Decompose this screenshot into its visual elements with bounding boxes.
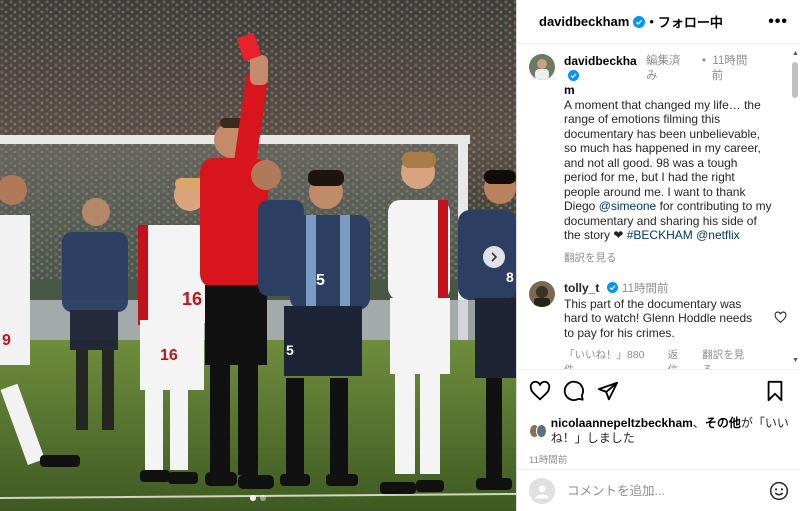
comments-scrollbar[interactable]: ▲ ▼ [790,48,800,366]
shorts-number: 16 [160,347,178,364]
verified-badge-icon [633,15,646,28]
caption-username[interactable]: davidbeckha m [564,54,646,98]
caption: davidbeckha m 編集済 み • 11時間 前 A moment th… [529,54,787,265]
carousel-dot [250,495,256,501]
post-timestamp[interactable]: 11時間前 [529,452,789,466]
avatar[interactable] [535,424,547,438]
chevron-right-icon [491,252,498,262]
like-heart-icon[interactable] [529,380,553,404]
post-side-panel: davidbeckham • フォロー中 ••• davidbeckha m 編… [516,0,800,511]
comment-bubble-icon[interactable] [563,380,587,404]
see-translation-link[interactable]: 翻訳を見る [564,251,774,266]
liked-by-username[interactable]: nicolaannepeltzbeckham [551,416,693,430]
caption-meta: 編集済 み [646,55,681,82]
liked-by-others-link[interactable]: その他 [705,416,741,430]
header-separator: • [649,14,654,29]
jersey-number: 16 [182,289,202,309]
post-photo[interactable]: 9 16 16 5 5 8 [0,0,516,511]
shorts-number: 5 [286,342,294,358]
comment-input[interactable] [567,483,769,498]
add-comment-bar [517,469,800,511]
post-actions: nicolaannepeltzbeckham、その他が「いいね！」しました 11… [517,369,800,469]
comments-list[interactable]: davidbeckha m 編集済 み • 11時間 前 A moment th… [517,44,800,369]
carousel-indicator [0,495,516,501]
mention-link[interactable]: @netflix [696,228,740,242]
jersey-number: 8 [506,269,514,285]
avatar[interactable] [529,281,555,307]
scroll-up-arrow-icon[interactable]: ▲ [792,50,799,57]
post-header: davidbeckham • フォロー中 ••• [517,0,800,44]
verified-badge-icon [606,282,619,294]
carousel-next-button[interactable] [483,246,505,268]
jersey-number: 5 [316,272,325,289]
caption-time: • 11時間 前 [702,55,748,82]
hashtag-link[interactable]: #BECKHAM [627,228,693,242]
share-paper-plane-icon[interactable] [597,380,621,404]
author-username[interactable]: davidbeckham [539,14,629,29]
bookmark-icon[interactable] [765,380,789,404]
current-user-avatar [529,477,555,504]
more-options-icon[interactable]: ••• [768,13,788,31]
verified-badge-icon [568,69,580,82]
comment-item: tolly_t 11時間前 This part of the documenta… [529,281,787,369]
comment-like-icon[interactable] [774,311,787,329]
match-photo: 9 16 16 5 5 8 [0,0,516,511]
comment-text: This part of the documentary was hard to… [564,296,753,340]
carousel-dot [260,495,266,501]
reply-button[interactable]: 返信 [668,348,689,369]
avatar[interactable] [529,54,555,80]
mention-link[interactable]: @simeone [599,199,657,213]
caption-text: A moment that changed my life… the range… [564,97,772,243]
edited-label: 編集済 [646,55,681,67]
emoji-icon[interactable] [769,481,789,501]
comment-time: 11時間前 [622,283,669,295]
following-button[interactable]: フォロー中 [658,12,723,31]
liked-by: nicolaannepeltzbeckham、その他が「いいね！」しました [529,416,789,446]
scroll-down-arrow-icon[interactable]: ▼ [792,357,799,364]
caption-dot: • [702,55,707,67]
comment-likes[interactable]: 「いいね！」880件 [564,348,654,369]
comment-username[interactable]: tolly_t [564,281,599,295]
scroll-thumb[interactable] [792,62,798,98]
svg-text:9: 9 [2,332,11,349]
see-translation-link[interactable]: 翻訳を見る [702,348,754,369]
